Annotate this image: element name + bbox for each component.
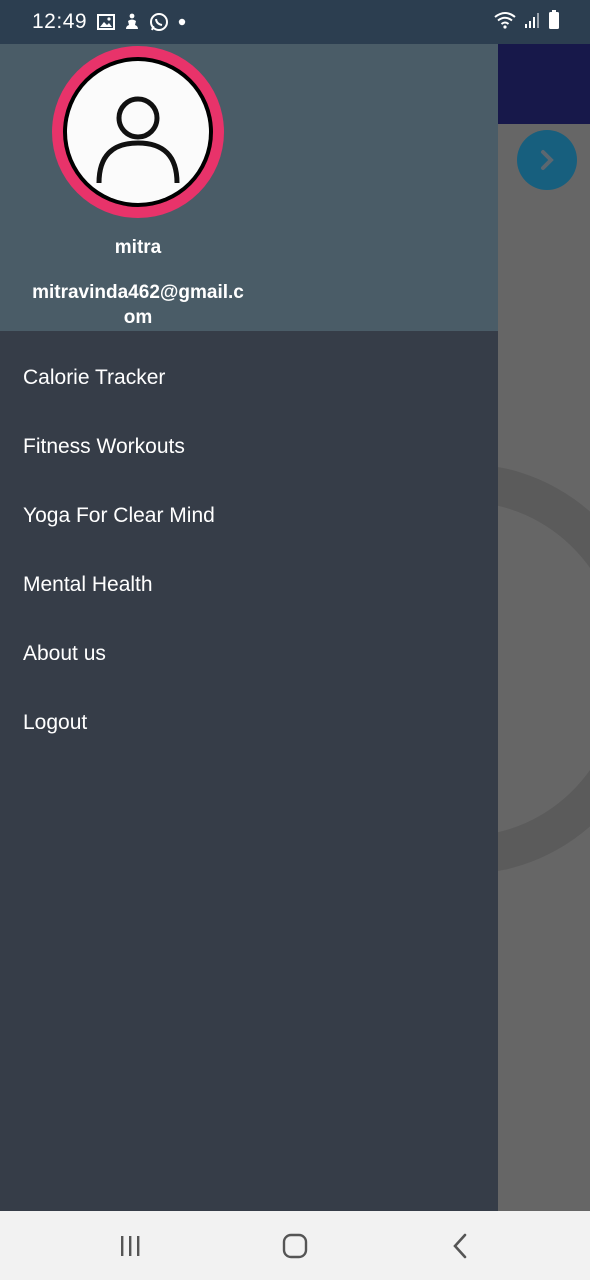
- battery-icon: [548, 10, 560, 30]
- menu-item-yoga-for-clear-mind[interactable]: Yoga For Clear Mind: [0, 481, 498, 550]
- navigation-drawer: mitra mitravinda462@gmail.com Calorie Tr…: [0, 44, 498, 1211]
- drawer-header: mitra mitravinda462@gmail.com: [0, 44, 498, 331]
- menu-item-label: Logout: [23, 710, 88, 734]
- system-nav-bar: [0, 1211, 590, 1280]
- back-button[interactable]: [440, 1229, 480, 1263]
- back-icon: [453, 1233, 467, 1259]
- status-system-icons: [494, 10, 560, 30]
- drawer-menu: Calorie Tracker Fitness Workouts Yoga Fo…: [0, 343, 498, 757]
- recent-apps-icon: [121, 1236, 140, 1256]
- status-notification-icons: [97, 12, 186, 32]
- next-button[interactable]: [517, 130, 577, 190]
- status-time: 12:49: [32, 10, 88, 33]
- whatsapp-icon: [149, 12, 169, 32]
- avatar[interactable]: [52, 46, 224, 218]
- user-email: mitravinda462@gmail.com: [32, 282, 244, 328]
- menu-item-label: Fitness Workouts: [23, 434, 185, 458]
- recent-apps-button[interactable]: [110, 1229, 150, 1263]
- signal-icon: [524, 11, 540, 29]
- dot-icon: [178, 18, 186, 26]
- menu-item-about-us[interactable]: About us: [0, 619, 498, 688]
- menu-item-mental-health[interactable]: Mental Health: [0, 550, 498, 619]
- status-bar: 12:49: [0, 0, 590, 44]
- menu-item-calorie-tracker[interactable]: Calorie Tracker: [0, 343, 498, 412]
- notification-figure-icon: [124, 13, 140, 31]
- user-icon: [96, 96, 180, 184]
- image-icon: [97, 14, 116, 30]
- wifi-icon: [494, 11, 516, 29]
- menu-item-fitness-workouts[interactable]: Fitness Workouts: [0, 412, 498, 481]
- home-button[interactable]: [275, 1229, 315, 1263]
- menu-item-label: Yoga For Clear Mind: [23, 503, 215, 527]
- menu-item-logout[interactable]: Logout: [0, 688, 498, 757]
- chevron-right-icon: [541, 150, 554, 170]
- menu-item-label: Calorie Tracker: [23, 365, 166, 389]
- home-icon: [282, 1233, 308, 1259]
- menu-item-label: About us: [23, 641, 106, 665]
- user-name: mitra: [114, 237, 162, 258]
- menu-item-label: Mental Health: [23, 572, 153, 596]
